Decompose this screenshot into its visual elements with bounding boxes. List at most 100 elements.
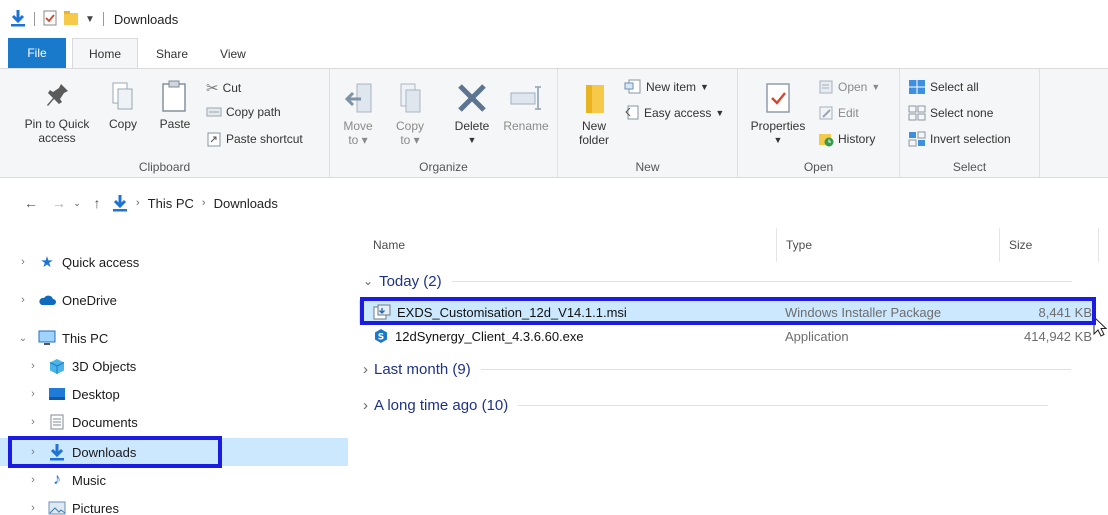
move-to-label-2: to ▾ bbox=[348, 133, 368, 147]
new-folder-quick-icon[interactable] bbox=[63, 10, 79, 29]
properties-label: Properties bbox=[750, 119, 806, 133]
collapse-chevron-icon[interactable]: ⌄ bbox=[363, 274, 373, 288]
up-arrow-icon[interactable]: ↑ bbox=[86, 192, 108, 214]
column-header-name[interactable]: Name bbox=[373, 228, 405, 262]
table-row[interactable]: EXDS_Customisation_12d_V14.1.1.msi Windo… bbox=[359, 300, 1096, 324]
back-arrow-icon[interactable]: ← bbox=[20, 192, 42, 214]
copy-to-button[interactable]: Copy to ▾ bbox=[388, 81, 432, 147]
group-header-long-time-ago[interactable]: › A long time ago (10) bbox=[363, 393, 1049, 417]
paste-shortcut-label: Paste shortcut bbox=[226, 132, 303, 146]
expand-chevron-icon[interactable]: › bbox=[26, 502, 40, 514]
separator bbox=[102, 12, 104, 26]
tab-share[interactable]: Share bbox=[142, 40, 202, 68]
column-header-size[interactable]: Size bbox=[1009, 228, 1032, 262]
tab-file[interactable]: File bbox=[8, 38, 66, 68]
properties-button[interactable]: Properties ▼ bbox=[744, 81, 812, 147]
ribbon-tabs: File Home Share View bbox=[0, 38, 1108, 68]
select-all-button[interactable]: Select all bbox=[908, 79, 979, 95]
nav-item-onedrive[interactable]: › OneDrive bbox=[0, 286, 348, 314]
expand-chevron-icon[interactable]: › bbox=[26, 388, 40, 400]
new-group-label: New bbox=[635, 160, 660, 174]
move-to-button[interactable]: Move to ▾ bbox=[336, 81, 380, 147]
easy-access-button[interactable]: Easy access ▼ bbox=[624, 105, 724, 121]
breadcrumb-downloads[interactable]: Downloads bbox=[214, 196, 278, 211]
download-arrow-icon[interactable] bbox=[10, 9, 26, 30]
file-name: EXDS_Customisation_12d_V14.1.1.msi bbox=[397, 304, 627, 320]
history-button[interactable]: History bbox=[818, 131, 875, 147]
nav-item-3d-objects[interactable]: › 3D Objects bbox=[0, 352, 348, 380]
properties-quick-icon[interactable] bbox=[43, 10, 57, 29]
copy-button[interactable]: Copy bbox=[102, 81, 144, 131]
file-list: Name Type Size ⌄ Today (2) EXDS_Customis… bbox=[355, 228, 1108, 515]
tab-view[interactable]: View bbox=[206, 40, 260, 68]
forward-arrow-icon[interactable]: → bbox=[48, 192, 70, 214]
nav-item-pictures[interactable]: › Pictures bbox=[0, 494, 348, 515]
paste-button[interactable]: Paste bbox=[152, 79, 198, 131]
delete-dropdown-icon[interactable]: ▼ bbox=[468, 133, 477, 147]
rename-button[interactable]: Rename bbox=[500, 81, 552, 133]
mouse-pointer-icon bbox=[1093, 315, 1108, 341]
collapse-chevron-icon[interactable]: ⌄ bbox=[16, 333, 30, 344]
recent-locations-chevron-icon[interactable]: ⌄ bbox=[70, 192, 84, 214]
tab-home[interactable]: Home bbox=[72, 38, 138, 68]
expand-chevron-icon[interactable]: › bbox=[16, 256, 30, 268]
delete-button[interactable]: Delete ▼ bbox=[448, 81, 496, 147]
expand-chevron-icon[interactable]: › bbox=[16, 294, 30, 306]
nav-item-quick-access[interactable]: › ★ Quick access bbox=[0, 248, 348, 276]
select-none-button[interactable]: Select none bbox=[908, 105, 993, 121]
nav-item-desktop[interactable]: › Desktop bbox=[0, 380, 348, 408]
rename-label: Rename bbox=[503, 119, 549, 133]
breadcrumb-this-pc[interactable]: This PC bbox=[148, 196, 194, 211]
open-icon bbox=[819, 80, 833, 94]
nav-item-downloads[interactable]: › Downloads bbox=[0, 438, 348, 466]
pictures-icon bbox=[48, 500, 66, 515]
group-header-today[interactable]: ⌄ Today (2) bbox=[363, 269, 1072, 293]
copy-to-label-1: Copy bbox=[395, 119, 424, 133]
clipboard-group: Pin to Quick access Copy Paste ✂ Cut Cop… bbox=[0, 69, 330, 177]
copy-path-button[interactable]: Copy path bbox=[206, 105, 281, 119]
nav-item-music[interactable]: › ♪ Music bbox=[0, 466, 348, 494]
expand-chevron-icon[interactable]: › bbox=[26, 446, 40, 458]
open-group-label: Open bbox=[803, 160, 834, 174]
properties-dropdown-icon[interactable]: ▼ bbox=[774, 133, 783, 147]
expand-chevron-icon[interactable]: › bbox=[363, 361, 368, 378]
cut-button[interactable]: ✂ Cut bbox=[206, 79, 241, 97]
msi-installer-icon bbox=[373, 304, 391, 320]
paste-shortcut-button[interactable]: Paste shortcut bbox=[206, 131, 303, 147]
edit-button[interactable]: Edit bbox=[818, 105, 859, 121]
table-row[interactable]: S 12dSynergy_Client_4.3.6.60.exe Applica… bbox=[359, 324, 1096, 348]
open-button[interactable]: Open ▼ bbox=[818, 79, 880, 95]
cube-icon bbox=[48, 358, 66, 374]
expand-chevron-icon[interactable]: › bbox=[26, 474, 40, 486]
nav-item-this-pc[interactable]: ⌄ This PC bbox=[0, 324, 348, 352]
nav-item-documents[interactable]: › Documents bbox=[0, 408, 348, 436]
select-all-label: Select all bbox=[930, 80, 979, 94]
new-folder-button[interactable]: New folder bbox=[568, 81, 620, 147]
breadcrumb-separator[interactable]: › bbox=[202, 197, 206, 209]
edit-label: Edit bbox=[838, 106, 859, 120]
expand-chevron-icon[interactable]: › bbox=[26, 416, 40, 428]
navigation-pane: › ★ Quick access › OneDrive ⌄ This PC › … bbox=[0, 228, 350, 515]
customize-toolbar-icon[interactable]: ▼ bbox=[85, 14, 95, 25]
group-header-last-month[interactable]: › Last month (9) bbox=[363, 357, 1071, 381]
pin-label-2: access bbox=[38, 131, 76, 145]
expand-chevron-icon[interactable]: › bbox=[363, 397, 368, 414]
easy-access-label: Easy access bbox=[644, 106, 712, 120]
column-separator[interactable] bbox=[1098, 228, 1099, 262]
pin-icon bbox=[47, 84, 68, 106]
delete-label: Delete bbox=[454, 119, 490, 133]
file-size-cell: 414,942 KB bbox=[1024, 328, 1092, 344]
open-group: Properties ▼ Open ▼ Edit History Open bbox=[738, 69, 900, 177]
nav-item-label: Quick access bbox=[62, 254, 140, 270]
column-header-type[interactable]: Type bbox=[786, 228, 812, 262]
invert-selection-button[interactable]: Invert selection bbox=[908, 131, 1011, 147]
expand-chevron-icon[interactable]: › bbox=[26, 360, 40, 372]
breadcrumb-separator[interactable]: › bbox=[136, 197, 140, 209]
column-separator[interactable] bbox=[999, 228, 1000, 262]
copy-to-label-2: to ▾ bbox=[400, 133, 420, 147]
column-separator[interactable] bbox=[776, 228, 777, 262]
new-item-button[interactable]: New item ▼ bbox=[624, 79, 709, 95]
edit-icon bbox=[819, 106, 833, 120]
pin-to-quick-access-button[interactable]: Pin to Quick access bbox=[14, 81, 100, 145]
select-group-label: Select bbox=[952, 160, 987, 174]
